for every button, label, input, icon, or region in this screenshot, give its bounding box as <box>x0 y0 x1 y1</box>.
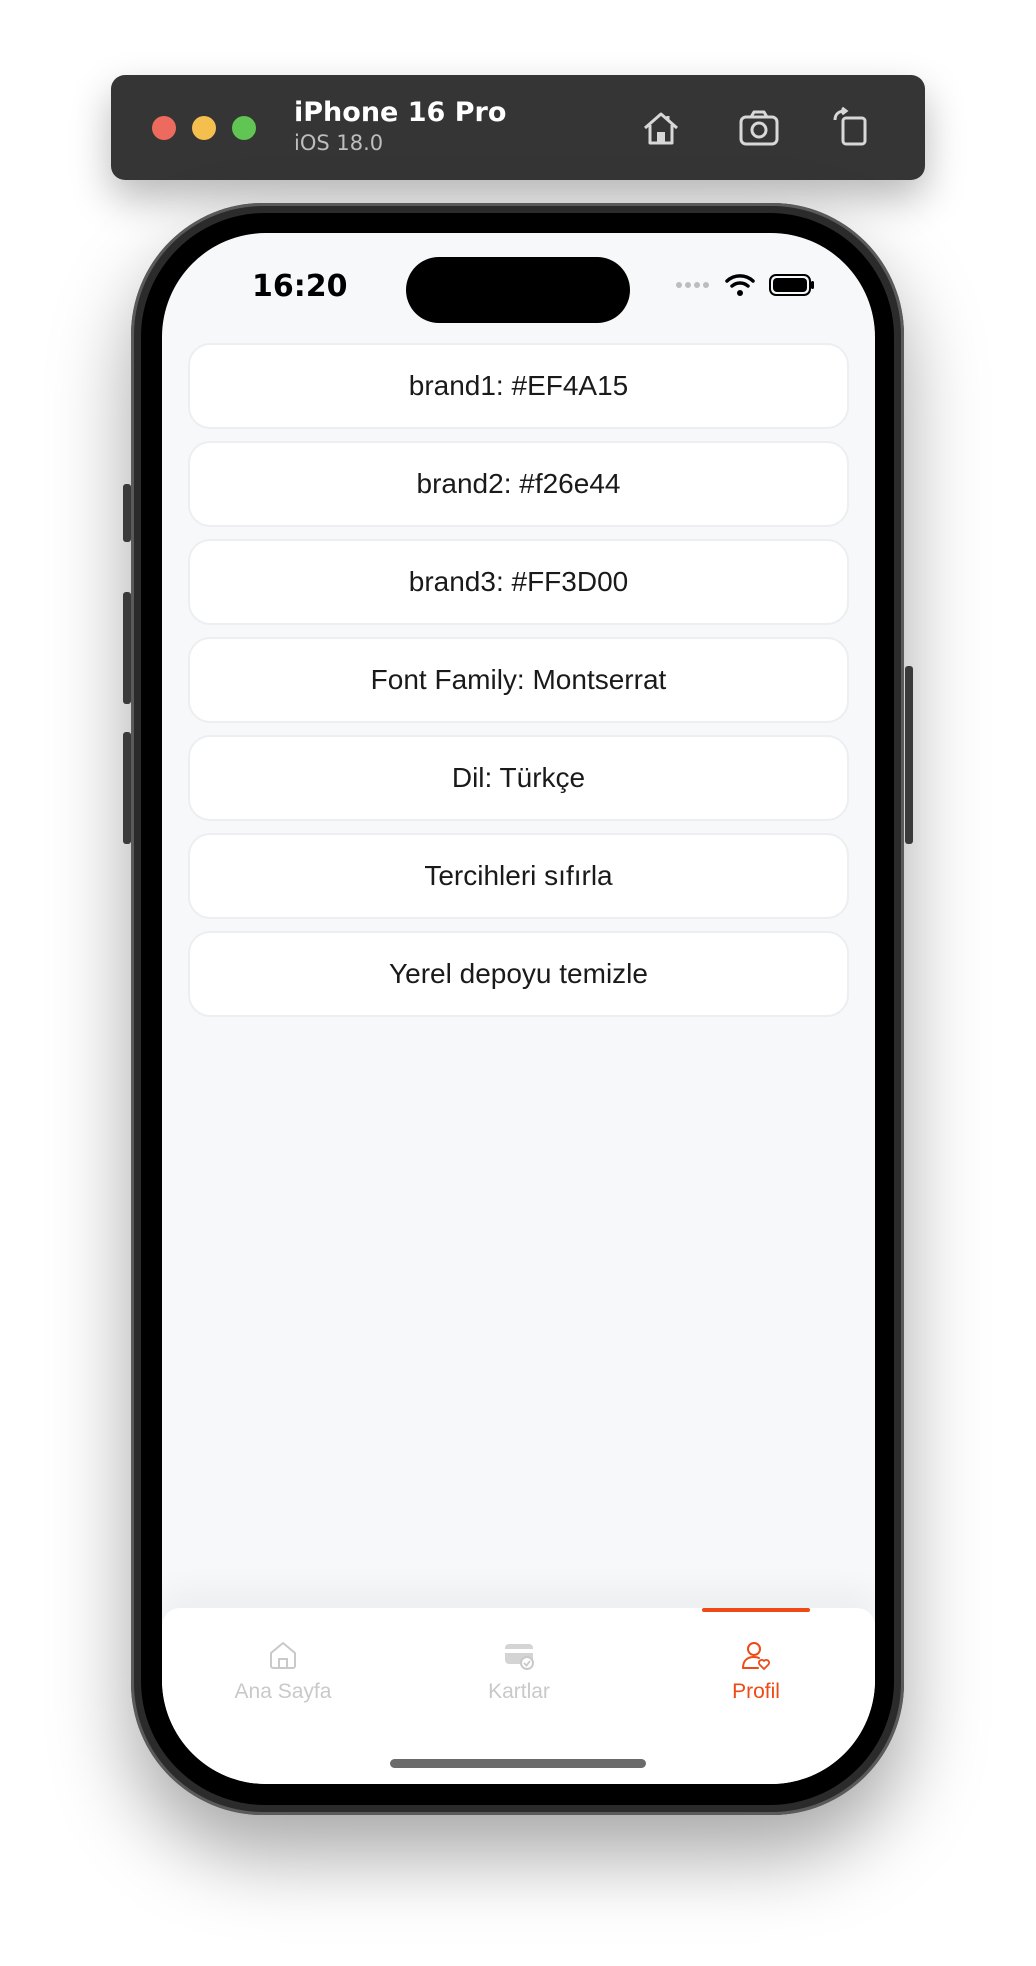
reset-preferences-button[interactable]: Tercihleri sıfırla <box>188 833 849 919</box>
setting-label: Tercihleri sıfırla <box>424 860 613 891</box>
screenshot-icon <box>739 110 779 146</box>
volume-down-button <box>123 732 131 844</box>
tab-label: Ana Sayfa <box>234 1680 332 1703</box>
home-icon <box>644 112 678 145</box>
setting-label: brand3: #FF3D00 <box>408 566 629 597</box>
action-button <box>123 484 131 542</box>
home-button[interactable] <box>637 104 685 152</box>
setting-brand2[interactable]: brand2: #f26e44 <box>188 441 849 527</box>
setting-label: brand2: #f26e44 <box>416 468 621 499</box>
setting-label: Yerel depoyu temizle <box>389 958 648 989</box>
setting-label: Dil: Türkçe <box>451 762 586 793</box>
rotate-button[interactable] <box>827 104 875 152</box>
tab-label: Kartlar <box>488 1680 550 1703</box>
screenshot-button[interactable] <box>735 104 783 152</box>
dynamic-island <box>406 257 630 323</box>
power-button <box>905 666 913 844</box>
tab-bar: Ana Sayfa Kartlar Profil <box>162 1608 875 1784</box>
signal-icon <box>676 282 709 288</box>
device-screen: 16:20 brand1: #EF4A15 brand2: #f26e44 br… <box>162 233 875 1784</box>
simulator-toolbar: iPhone 16 Pro iOS 18.0 <box>111 75 925 180</box>
setting-brand3[interactable]: brand3: #FF3D00 <box>188 539 849 625</box>
active-tab-indicator <box>702 1608 810 1612</box>
status-time: 16:20 <box>252 269 348 304</box>
os-version: iOS 18.0 <box>294 131 384 155</box>
setting-language[interactable]: Dil: Türkçe <box>188 735 849 821</box>
minimize-window-button[interactable] <box>192 116 216 140</box>
home-icon <box>270 1642 296 1669</box>
tab-home[interactable]: Ana Sayfa <box>193 1638 373 1704</box>
battery-icon <box>769 274 814 296</box>
setting-label: Font Family: Montserrat <box>370 664 667 695</box>
device-name: iPhone 16 Pro <box>294 97 507 128</box>
close-window-button[interactable] <box>152 116 176 140</box>
volume-up-button <box>123 592 131 704</box>
profile-icon <box>742 1642 770 1670</box>
setting-brand1[interactable]: brand1: #EF4A15 <box>188 343 849 429</box>
setting-font-family[interactable]: Font Family: Montserrat <box>188 637 849 723</box>
clear-local-storage-button[interactable]: Yerel depoyu temizle <box>188 931 849 1017</box>
settings-list: brand1: #EF4A15 brand2: #f26e44 brand3: … <box>188 343 849 1029</box>
tab-label: Profil <box>732 1680 780 1703</box>
cards-icon <box>505 1644 534 1670</box>
tab-profile[interactable]: Profil <box>666 1638 846 1704</box>
status-icons <box>675 273 815 297</box>
rotate-icon <box>833 106 867 146</box>
tab-cards[interactable]: Kartlar <box>429 1638 609 1704</box>
stage: iPhone 16 Pro iOS 18.0 16:20 brand1: #EF… <box>0 0 1036 1966</box>
zoom-window-button[interactable] <box>232 116 256 140</box>
home-indicator[interactable] <box>390 1759 646 1768</box>
wifi-icon <box>725 274 755 296</box>
setting-label: brand1: #EF4A15 <box>408 370 629 401</box>
